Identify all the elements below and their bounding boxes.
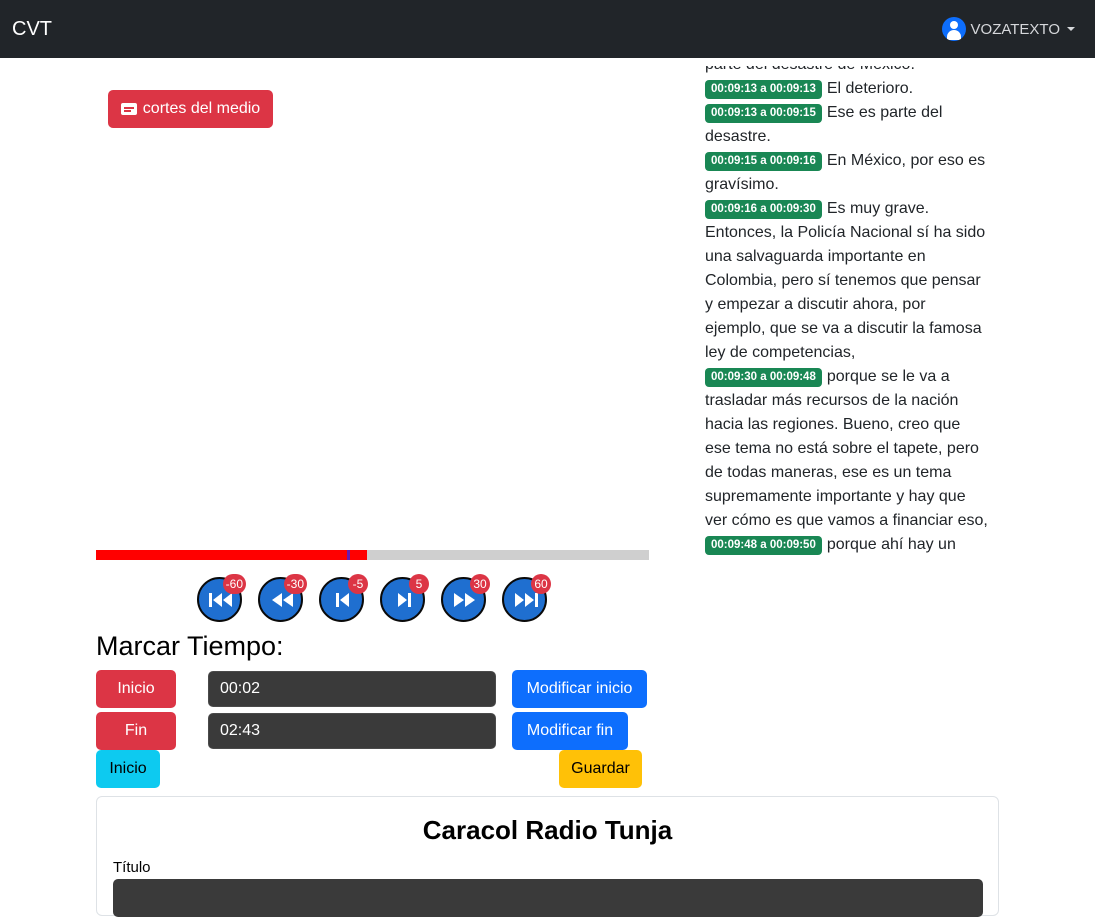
- transcript-text: porque se le va a trasladar más recursos…: [705, 368, 988, 529]
- transcript-entry[interactable]: 00:09:13 a 00:09:15 Ese es parte del desa…: [705, 101, 990, 149]
- skip-badge: -30: [283, 574, 307, 594]
- transcript-lead: parte del desastre de México.: [705, 66, 990, 77]
- skip-forward-5-button[interactable]: 5: [380, 574, 429, 622]
- marcar-tiempo-heading: Marcar Tiempo:: [96, 631, 284, 661]
- step-forward-icon: [398, 593, 411, 607]
- save-button[interactable]: Guardar: [559, 750, 642, 788]
- chevron-down-icon: [1067, 27, 1075, 31]
- end-time-input[interactable]: [208, 713, 496, 749]
- skip-back-60-button[interactable]: -60: [197, 574, 246, 622]
- media-progress-bar[interactable]: [96, 550, 649, 560]
- skip-badge: -5: [348, 574, 368, 594]
- skip-forward-30-button[interactable]: 30: [441, 574, 490, 622]
- user-avatar-icon: [941, 17, 966, 41]
- skip-forward-60-button[interactable]: 60: [502, 574, 551, 622]
- card-title: Caracol Radio Tunja: [422, 815, 673, 845]
- progress-handle[interactable]: [347, 550, 350, 560]
- start-time-input[interactable]: [208, 671, 496, 707]
- transcript-entry[interactable]: 00:09:13 a 00:09:13 El deterioro.: [705, 77, 990, 101]
- user-name: VOZATEXTO: [970, 20, 1060, 38]
- closed-captions-icon: [120, 103, 137, 115]
- fast-forward-icon: [454, 593, 475, 607]
- timestamp-badge[interactable]: 00:09:13 a 00:09:15: [705, 104, 822, 123]
- skip-badge: 60: [531, 574, 551, 594]
- skip-badge: 30: [470, 574, 490, 594]
- transcript-text: El deterioro.: [826, 80, 914, 97]
- user-menu[interactable]: VOZATEXTO: [941, 17, 1075, 41]
- skip-end-icon: [515, 593, 538, 607]
- media-details-card: Caracol Radio Tunja Título: [96, 796, 999, 917]
- timestamp-badge[interactable]: 00:09:48 a 00:09:50: [705, 536, 822, 555]
- mark-end-button[interactable]: Fin: [96, 712, 176, 750]
- timestamp-badge[interactable]: 00:09:15 a 00:09:16: [705, 152, 822, 171]
- skip-back-30-button[interactable]: -30: [258, 574, 307, 622]
- titulo-input[interactable]: [113, 879, 983, 917]
- transcript-entry[interactable]: 00:09:15 a 00:09:16 En México, por eso es…: [705, 149, 990, 197]
- mark-start-button[interactable]: Inicio: [96, 670, 176, 708]
- skip-back-5-button[interactable]: -5: [319, 574, 368, 622]
- transcript-panel[interactable]: parte del desastre de México. 00:09:13 a…: [705, 66, 990, 569]
- brand[interactable]: CVT: [12, 18, 52, 41]
- cortes-del-medio-button[interactable]: cortes del medio: [108, 90, 273, 128]
- go-to-start-button[interactable]: Inicio: [96, 750, 160, 788]
- transcript-text: porque ahí hay un: [826, 536, 956, 553]
- timestamp-badge[interactable]: 00:09:16 a 00:09:30: [705, 200, 822, 219]
- transcript-entry[interactable]: 00:09:30 a 00:09:48 porque se le va a tra…: [705, 365, 990, 533]
- modify-start-button[interactable]: Modificar inicio: [512, 670, 647, 708]
- modify-end-button[interactable]: Modificar fin: [512, 712, 628, 750]
- cortes-label: cortes del medio: [142, 100, 261, 117]
- transcript-text: Es muy grave. Entonces, la Policía Nacio…: [705, 200, 986, 361]
- skip-badge: -60: [222, 574, 246, 594]
- navbar: CVT VOZATEXTO: [0, 0, 1095, 58]
- timestamp-badge[interactable]: 00:09:13 a 00:09:13: [705, 80, 822, 99]
- progress-fill: [96, 550, 367, 560]
- titulo-label: Título: [113, 859, 151, 876]
- timestamp-badge[interactable]: 00:09:30 a 00:09:48: [705, 368, 822, 387]
- skip-badge: 5: [409, 574, 429, 594]
- transcript-entry[interactable]: 00:09:48 a 00:09:50 porque ahí hay un: [705, 533, 990, 557]
- transcript-entry[interactable]: 00:09:16 a 00:09:30 Es muy grave. Entonce…: [705, 197, 990, 365]
- step-back-icon: [336, 593, 349, 607]
